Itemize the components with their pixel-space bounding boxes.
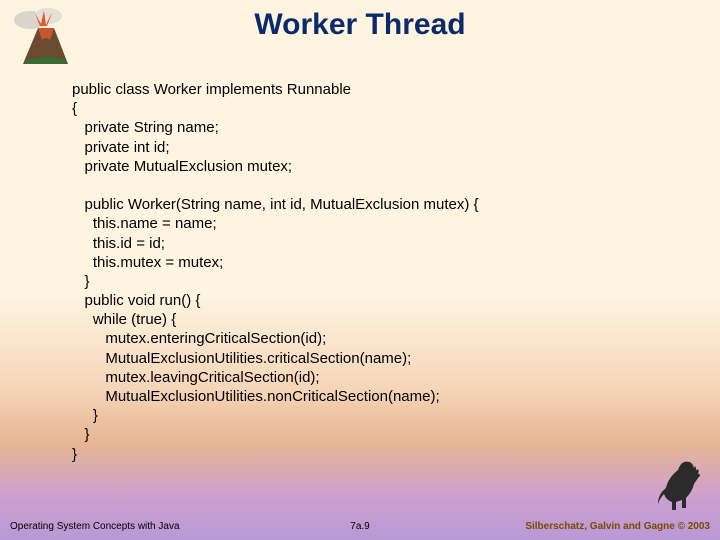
footer-right: Silberschatz, Galvin and Gagne © 2003 xyxy=(525,521,710,532)
slide-title: Worker Thread xyxy=(0,8,720,42)
slide: Worker Thread public class Worker implem… xyxy=(0,0,720,540)
code-block: public class Worker implements Runnable … xyxy=(72,80,672,464)
dinosaur-icon xyxy=(656,458,702,514)
